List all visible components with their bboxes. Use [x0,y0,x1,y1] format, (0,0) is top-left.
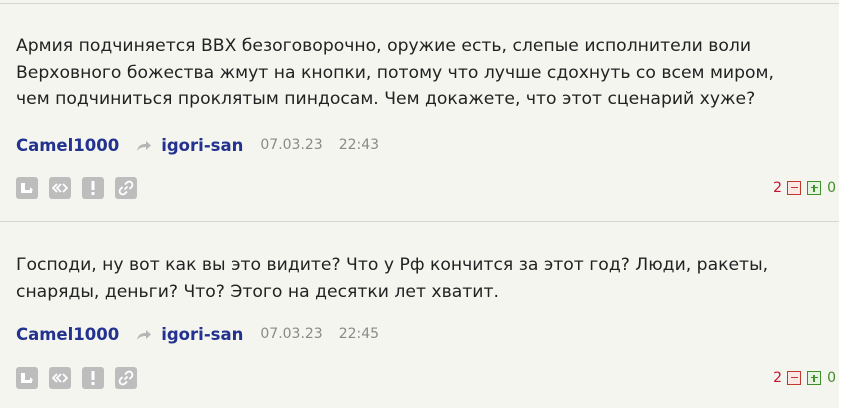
reply-arrow-icon [135,138,153,152]
minus-icon [790,377,798,379]
link-icon [118,370,134,386]
comment-time: 22:45 [338,326,380,342]
comment-actions [16,367,148,389]
comment-date: 07.03.23 [260,137,323,153]
comment-meta: Camel1000 igori-san 07.03.23 22:43 [16,133,379,157]
link-icon [118,180,134,196]
vote-minus-button[interactable] [787,371,802,385]
vote-plus-count: 0 [827,180,836,196]
comment-line: чем подчиниться проклятым пиндосам. Чем … [16,89,756,109]
reply-to-link[interactable]: igori-san [161,325,243,344]
comment-line: Господи, ну вот как вы это видите? Что у… [16,255,769,275]
link-button[interactable] [115,177,137,199]
divider [0,3,839,4]
comment-line: Верховного божества жмут на кнопки, пото… [16,62,774,83]
quote-icon [52,373,68,383]
comment-actions [16,177,148,199]
vote-plus-button[interactable] [807,181,822,195]
quote-button[interactable] [49,367,71,389]
reply-arrow-icon [135,327,153,341]
comment-text: Господи, ну вот как вы это видите? Что у… [16,252,826,305]
report-icon [90,181,96,195]
author-link[interactable]: Camel1000 [16,136,119,155]
reply-icon [20,182,34,194]
report-icon [90,371,96,385]
comment-text: Армия подчиняется ВВХ безоговорочно, ору… [16,33,826,113]
vote-plus-count: 0 [827,370,836,386]
reply-to-link[interactable]: igori-san [161,136,243,155]
vote-minus-count: 2 [773,180,783,196]
author-link[interactable]: Camel1000 [16,325,119,344]
divider [0,221,839,222]
vote-minus-button[interactable] [787,181,802,195]
scroll-gutter [839,0,855,408]
report-button[interactable] [82,177,104,199]
quote-icon [52,183,68,193]
reply-button[interactable] [16,177,38,199]
reply-icon [20,372,34,384]
comment-date: 07.03.23 [260,326,323,342]
comment-line: Армия подчиняется ВВХ безоговорочно, ору… [16,36,752,56]
report-button[interactable] [82,367,104,389]
comment-time: 22:43 [338,137,380,153]
link-button[interactable] [115,367,137,389]
vote-plus-button[interactable] [807,371,822,385]
reply-button[interactable] [16,367,38,389]
comment-line: снаряды, деньги? Что? Этого на десятки л… [16,281,499,302]
vote-panel: 2 0 [773,177,836,199]
vote-minus-count: 2 [773,370,783,386]
comment-meta: Camel1000 igori-san 07.03.23 22:45 [16,322,379,346]
quote-button[interactable] [49,177,71,199]
comments-page: Армия подчиняется ВВХ безоговорочно, ору… [0,0,839,408]
vote-panel: 2 0 [773,367,836,389]
minus-icon [790,187,798,189]
